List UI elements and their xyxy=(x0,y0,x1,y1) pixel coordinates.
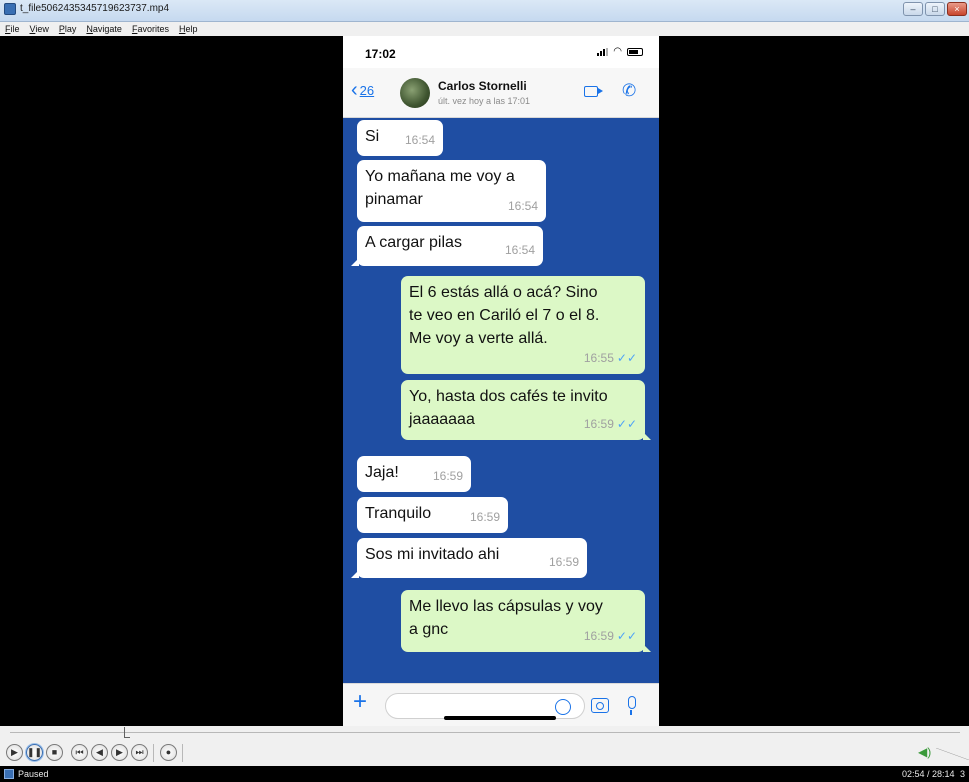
volume-slider[interactable] xyxy=(936,748,969,760)
menu-play[interactable]: Play xyxy=(59,22,77,36)
home-indicator xyxy=(444,716,556,720)
pause-state-icon xyxy=(4,769,14,779)
message-text: El 6 estás allá o acá? Sino te veo en Ca… xyxy=(409,284,600,347)
window-title: t_file5062435345719623737.mp4 xyxy=(20,3,170,14)
message-meta: 16:59 ✓✓ xyxy=(584,625,637,648)
message-bubble[interactable]: Me llevo las cápsulas y voy a gnc 16:59 ✓… xyxy=(401,590,651,652)
message-bubble[interactable]: Sos mi invitado ahi 16:59 xyxy=(351,538,587,578)
message-bubble[interactable]: A cargar pilas 16:54 xyxy=(351,226,543,266)
message-bubble[interactable]: El 6 estás allá o acá? Sino te veo en Ca… xyxy=(401,276,645,374)
pause-button[interactable]: ❚❚ xyxy=(26,744,43,761)
avatar[interactable] xyxy=(400,78,430,108)
last-seen: últ. vez hoy a las 17:01 xyxy=(438,96,531,106)
menu-bar: File View Play Navigate Favorites Help xyxy=(0,22,969,36)
chevron-left-icon: ‹ xyxy=(351,79,358,101)
window-controls: – □ × xyxy=(903,2,967,16)
wifi-icon: ◠ xyxy=(613,46,622,57)
message-time: 16:55 xyxy=(583,351,614,365)
message-time: 16:59 xyxy=(548,555,579,569)
message-text: Sos mi invitado ahi xyxy=(365,546,500,563)
seek-thumb[interactable] xyxy=(124,727,130,738)
playback-state: Paused xyxy=(18,769,49,779)
message-time: 16:59 xyxy=(583,417,614,431)
fast-forward-button[interactable]: ▶ xyxy=(111,744,128,761)
sticker-icon[interactable] xyxy=(555,699,571,715)
next-button[interactable]: ⏭ xyxy=(131,744,148,761)
message-meta: 16:59 ✓✓ xyxy=(584,413,637,436)
phone-screenshot: 17:02 ◠ ‹ 26 Carlos Stornelli últ. vez h… xyxy=(343,36,659,726)
double-check-icon: ✓✓ xyxy=(616,629,637,643)
menu-favorites[interactable]: Favorites xyxy=(132,22,169,36)
phone-clock: 17:02 xyxy=(365,47,396,61)
previous-button[interactable]: ⏮ xyxy=(71,744,88,761)
double-check-icon: ✓✓ xyxy=(616,417,637,431)
message-bubble[interactable]: Yo, hasta dos cafés te invito jaaaaaaa 1… xyxy=(401,380,651,440)
phone-status-bar: 17:02 ◠ xyxy=(343,36,659,68)
battery-icon xyxy=(627,47,643,56)
contact-name[interactable]: Carlos Stornelli xyxy=(438,79,527,93)
speaker-icon[interactable]: ◀) xyxy=(918,745,931,759)
media-player-icon xyxy=(4,3,16,15)
message-bubble[interactable]: Jaja! 16:59 xyxy=(357,456,471,492)
camera-icon[interactable] xyxy=(591,698,609,713)
play-button[interactable]: ▶ xyxy=(6,744,23,761)
stop-button[interactable]: ■ xyxy=(46,744,63,761)
message-bubble[interactable]: Yo mañana me voy a pinamar 16:54 xyxy=(357,160,546,222)
message-time: 16:54 xyxy=(404,133,435,147)
message-time: 16:59 xyxy=(583,629,614,643)
double-check-icon: ✓✓ xyxy=(616,351,637,365)
message-time: 16:59 xyxy=(469,510,500,524)
signal-icon xyxy=(597,47,609,56)
microphone-icon[interactable] xyxy=(628,696,636,715)
open-file-button[interactable]: ● xyxy=(160,744,177,761)
phone-call-icon[interactable]: ✆ xyxy=(622,81,636,101)
menu-help[interactable]: Help xyxy=(179,22,198,36)
seek-bar[interactable] xyxy=(0,726,969,740)
status-extra: 3 xyxy=(960,769,966,779)
minimize-button[interactable]: – xyxy=(903,2,923,16)
message-bubble[interactable]: Tranquilo 16:59 xyxy=(357,497,508,533)
chat-header: ‹ 26 Carlos Stornelli últ. vez hoy a las… xyxy=(343,68,659,118)
rewind-button[interactable]: ◀ xyxy=(91,744,108,761)
menu-file[interactable]: File xyxy=(5,22,20,36)
plus-icon[interactable]: + xyxy=(353,690,367,714)
message-list[interactable]: Si 16:54 Yo mañana me voy a pinamar 16:5… xyxy=(343,118,659,683)
message-time: 16:59 xyxy=(432,469,463,483)
message-bubble[interactable]: Si 16:54 xyxy=(357,120,443,156)
menu-view[interactable]: View xyxy=(30,22,49,36)
video-call-icon[interactable] xyxy=(584,86,603,97)
time-readout: 02:54 / 28:14 xyxy=(902,769,955,779)
window-title-bar[interactable]: t_file5062435345719623737.mp4 – □ × xyxy=(0,0,969,22)
message-time: 16:54 xyxy=(504,243,535,257)
status-bar: Paused 02:54 / 28:14 3 xyxy=(0,766,969,782)
menu-navigate[interactable]: Navigate xyxy=(86,22,122,36)
player-controls: ▶ ❚❚ ■ ⏮ ◀ ▶ ⏭ ● ◀) xyxy=(0,740,969,766)
message-time: 16:54 xyxy=(507,199,538,213)
close-button[interactable]: × xyxy=(947,2,967,16)
message-meta: 16:55 ✓✓ xyxy=(584,347,637,370)
toolbar-separator xyxy=(182,744,183,762)
back-button[interactable]: ‹ 26 xyxy=(351,79,375,101)
unread-count: 26 xyxy=(359,82,375,98)
seek-track[interactable] xyxy=(10,732,960,733)
toolbar-separator xyxy=(153,744,154,762)
maximize-button[interactable]: □ xyxy=(925,2,945,16)
